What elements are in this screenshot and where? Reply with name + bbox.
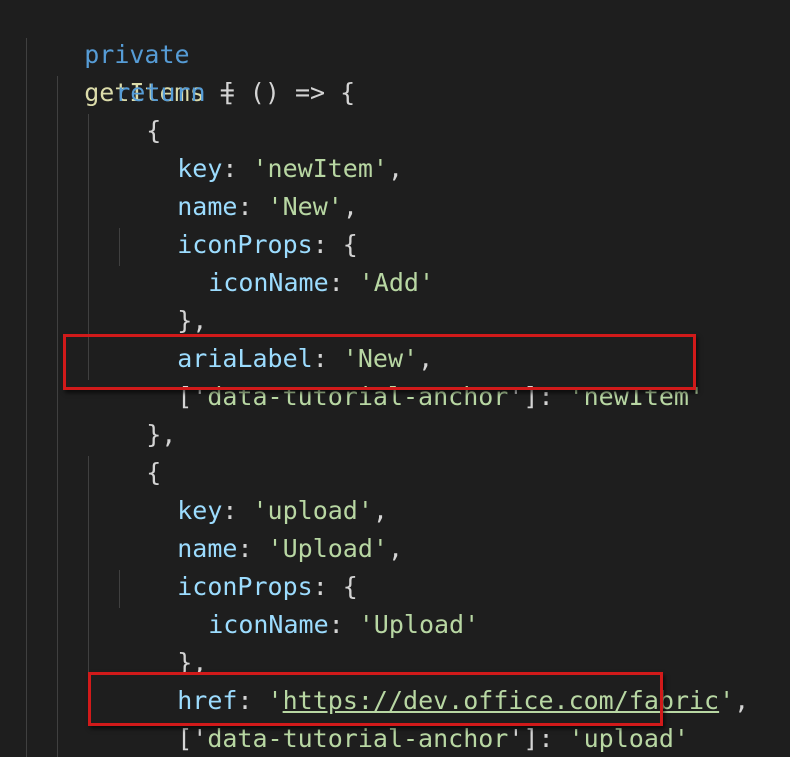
code-line-1: private getItems = () => {: [24, 0, 355, 107]
string-value: 'upload': [568, 724, 689, 753]
code-line-4: key: 'newItem',: [177, 154, 404, 183]
code-line-12: {: [86, 416, 161, 487]
code-line-8: },: [117, 264, 207, 335]
property: iconName: [208, 610, 329, 639]
property: iconName: [208, 268, 329, 297]
string-value: 'Add': [358, 268, 435, 297]
punctuation: ']: [508, 724, 539, 753]
code-line-15: iconProps: {: [117, 530, 358, 601]
punctuation: [: [205, 78, 236, 107]
code-line-14: name: 'Upload',: [177, 534, 404, 563]
string-value: 'Upload': [358, 610, 480, 639]
indent-guide: [57, 76, 58, 757]
code-editor[interactable]: private getItems = () => { return [ { ke…: [0, 0, 790, 757]
code-line-7: iconName: 'Add': [208, 268, 435, 297]
code-line-6: iconProps: {: [117, 188, 358, 259]
string-quote: ': [719, 686, 735, 715]
code-line-13: key: 'upload',: [177, 496, 388, 525]
highlight-box-newitem: [63, 334, 696, 390]
attribute-key: data-tutorial-anchor: [207, 724, 509, 753]
code-line-3: {: [86, 74, 161, 145]
code-line-5: name: 'New',: [177, 192, 358, 221]
code-line-2: return [: [55, 36, 235, 107]
code-line-16: iconName: 'Upload': [208, 610, 480, 639]
highlight-box-upload: [88, 672, 663, 726]
punctuation: [': [177, 724, 208, 753]
code-line-17: },: [117, 606, 207, 677]
